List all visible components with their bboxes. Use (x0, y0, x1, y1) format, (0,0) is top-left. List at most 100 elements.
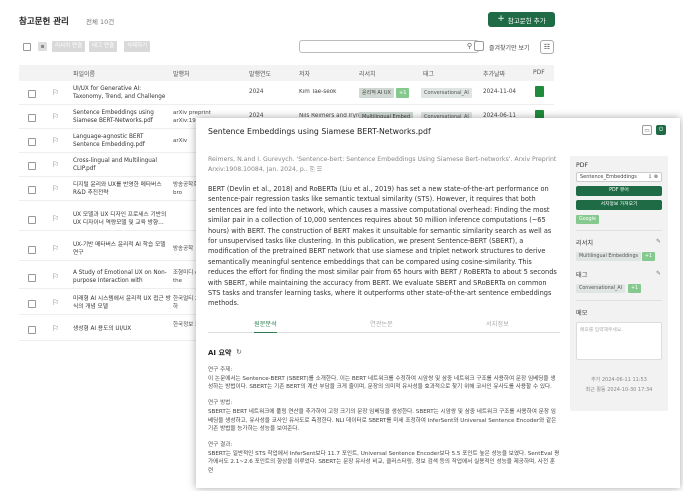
bookmark-icon[interactable]: ⚐ (52, 244, 59, 253)
abstract-text: BERT (Devlin et al., 2018) and RoBERTa (… (208, 185, 557, 308)
row-title: UX 모델과 UX 디자인 프로세스 기반의 UX 디자이너 역량모델 및 교육… (73, 212, 167, 226)
tag-count-badge: +1 (628, 284, 642, 293)
col-year[interactable]: 발행연도 (249, 69, 271, 78)
reference-manager-page: 참고문헌 관리 전체 10건 + 참고문헌 추가 ▪ 리서치 연결 태그 연결 삭… (0, 0, 683, 491)
bookmark-icon[interactable]: ⚐ (52, 324, 59, 333)
minimize-icon[interactable]: ▭ (642, 125, 652, 135)
citation: Reimers, N.and I. Gurevych. 'Sentence-be… (208, 156, 557, 173)
tab-bibliography[interactable]: 서지정보 (486, 319, 509, 328)
col-venue[interactable]: 발행처 (173, 69, 190, 78)
link-tag-button[interactable]: 태그 연결 (89, 41, 117, 52)
row-checkbox[interactable] (28, 186, 36, 194)
divider (576, 230, 662, 231)
delete-button[interactable]: 삭제하기 (124, 41, 151, 52)
detail-main: Reimers, N.and I. Gurevych. 'Sentence-be… (196, 144, 564, 488)
bookmark-icon[interactable]: ⚐ (52, 136, 59, 145)
reference-detail-panel: Sentence Embeddings using Siamese BERT-N… (196, 118, 680, 488)
bookmark-icon[interactable]: ⚐ (52, 272, 59, 281)
col-pdf[interactable]: PDF (533, 69, 545, 76)
col-date[interactable]: 추가날짜 (483, 69, 505, 78)
search-input[interactable]: ⚲ (299, 40, 479, 53)
detail-sidebar: PDF Sentence_Embeddings ⇩ ⊗ PDF 뷰어 서지정보 가… (570, 156, 668, 411)
col-research[interactable]: 리서치 (359, 69, 376, 78)
list-icon[interactable]: ☰ (317, 166, 323, 173)
row-checkbox[interactable] (28, 90, 36, 98)
row-checkbox[interactable] (28, 114, 36, 122)
research-badge: 윤리적 AI UX (359, 88, 394, 98)
tag-badge: Conversational_AI (576, 284, 626, 293)
row-title: Cross-lingual and Multilingual CLIP.pdf (73, 158, 157, 172)
divider (576, 300, 662, 301)
row-checkbox[interactable] (28, 246, 36, 254)
favorite-only-checkbox[interactable] (474, 41, 484, 51)
added-date: 추가 2024-06-11 11:53 (591, 377, 647, 383)
summary-result-text: SBERT는 일반적인 STS 작업에서 InferSent보다 11.7 포인… (208, 450, 560, 475)
citation-text: Reimers, N.and I. Gurevych. 'Sentence-be… (208, 155, 560, 175)
copy-icon[interactable]: ⎘ (310, 166, 315, 173)
row-title: A Study of Emotional UX on Non-purpose I… (73, 270, 167, 284)
table-row[interactable]: ⚐ UI/UX for Generative AI: Taxonomy, Tre… (19, 82, 554, 105)
pdf-filename: Sentence_Embeddings (580, 174, 637, 180)
refresh-icon[interactable]: ↻ (236, 348, 242, 356)
row-date: 2024-11-04 (483, 89, 517, 95)
row-checkbox[interactable] (28, 216, 36, 224)
select-all-checkbox[interactable] (23, 43, 31, 51)
pdf-viewer-button[interactable]: PDF 뷰어 (576, 186, 662, 196)
bookmark-icon[interactable]: ⚐ (52, 160, 59, 169)
detail-tabs: 원문분석 연관논문 서지정보 (208, 315, 560, 333)
row-checkbox[interactable] (28, 300, 36, 308)
edit-tag-icon[interactable]: ✎ (656, 270, 661, 277)
bookmark-icon[interactable]: ⚐ (52, 184, 59, 193)
row-title: UI/UX for Generative AI: Taxonomy, Trend… (73, 86, 166, 100)
col-author[interactable]: 저자 (299, 69, 310, 78)
page-title: 참고문헌 관리 (19, 17, 69, 27)
memo-label: 메모 (576, 310, 588, 317)
memo-input[interactable]: 메모를 입력해주세요. (576, 322, 662, 360)
summary-topic-heading: 연구 주제: (208, 367, 233, 373)
toolbar: ▪ 리서치 연결 태그 연결 삭제하기 ⚲ 즐겨찾기만 보기 ☷ (19, 40, 554, 54)
trash-icon[interactable]: ▪ (38, 42, 47, 51)
summary-topic-text: 이 논문에서는 Sentence-BERT (SBERT)를 소개한다. 이는 … (208, 375, 556, 391)
row-checkbox[interactable] (28, 274, 36, 282)
bookmark-icon[interactable]: ⚐ (52, 112, 59, 121)
pdf-file-icon[interactable] (535, 86, 544, 97)
row-checkbox[interactable] (28, 326, 36, 334)
tab-related[interactable]: 연관논문 (370, 319, 393, 328)
row-title: 생성형 AI 용도의 UI/UX (73, 326, 132, 332)
row-title: UX-기반 메타버스 윤리적 AI 학습 모델 연구 (73, 242, 166, 256)
bookmark-icon[interactable]: ⚐ (52, 298, 59, 307)
bookmark-icon[interactable]: ⚐ (52, 88, 59, 97)
research-badge: Multilingual Embeddings (576, 252, 642, 261)
research-label: 리서치 (576, 240, 594, 247)
row-checkbox[interactable] (28, 162, 36, 170)
row-year: 2024 (249, 89, 264, 95)
google-badge[interactable]: Google (576, 215, 599, 224)
tab-analysis[interactable]: 원문분석 (254, 319, 277, 333)
col-filename[interactable]: 파일이름 (73, 69, 95, 78)
close-icon[interactable]: ⏻ (656, 125, 666, 135)
edit-research-icon[interactable]: ✎ (656, 238, 661, 245)
row-title: Sentence Embeddings using Siamese BERT-N… (73, 110, 154, 124)
research-count-badge: +1 (642, 252, 656, 261)
detail-title: Sentence Embeddings using Siamese BERT-N… (208, 127, 431, 136)
link-research-button[interactable]: 리서치 연결 (52, 41, 86, 52)
row-checkbox[interactable] (28, 138, 36, 146)
view-settings-icon[interactable]: ☷ (540, 40, 554, 54)
tag-label: 태그 (576, 272, 588, 279)
research-count-badge: +1 (396, 88, 410, 98)
modified-date: 최근 활동 2024-10-30 17:34 (585, 387, 653, 393)
total-count: 전체 10건 (86, 18, 115, 26)
import-bibliography-button[interactable]: 서지정보 가져오기 (576, 200, 662, 210)
plus-icon: + (497, 14, 505, 24)
download-icon[interactable]: ⇩ ⊗ (648, 173, 658, 181)
row-author: Kim Tae-seok (299, 89, 337, 95)
add-reference-label: 참고문헌 추가 (507, 16, 546, 25)
add-reference-button[interactable]: + 참고문헌 추가 (488, 12, 555, 27)
pdf-file-field[interactable]: Sentence_Embeddings ⇩ ⊗ (576, 172, 662, 182)
row-title: 미래형 AI 시스템에서 윤리적 UX 접근 방식의 개념 모델 (73, 296, 171, 310)
summary-result-heading: 연구 결과: (208, 441, 233, 448)
pdf-label: PDF (576, 162, 589, 169)
bookmark-icon[interactable]: ⚐ (52, 214, 59, 223)
ai-summary-title: AI 요약 (208, 349, 232, 357)
col-tag[interactable]: 태그 (423, 69, 434, 78)
